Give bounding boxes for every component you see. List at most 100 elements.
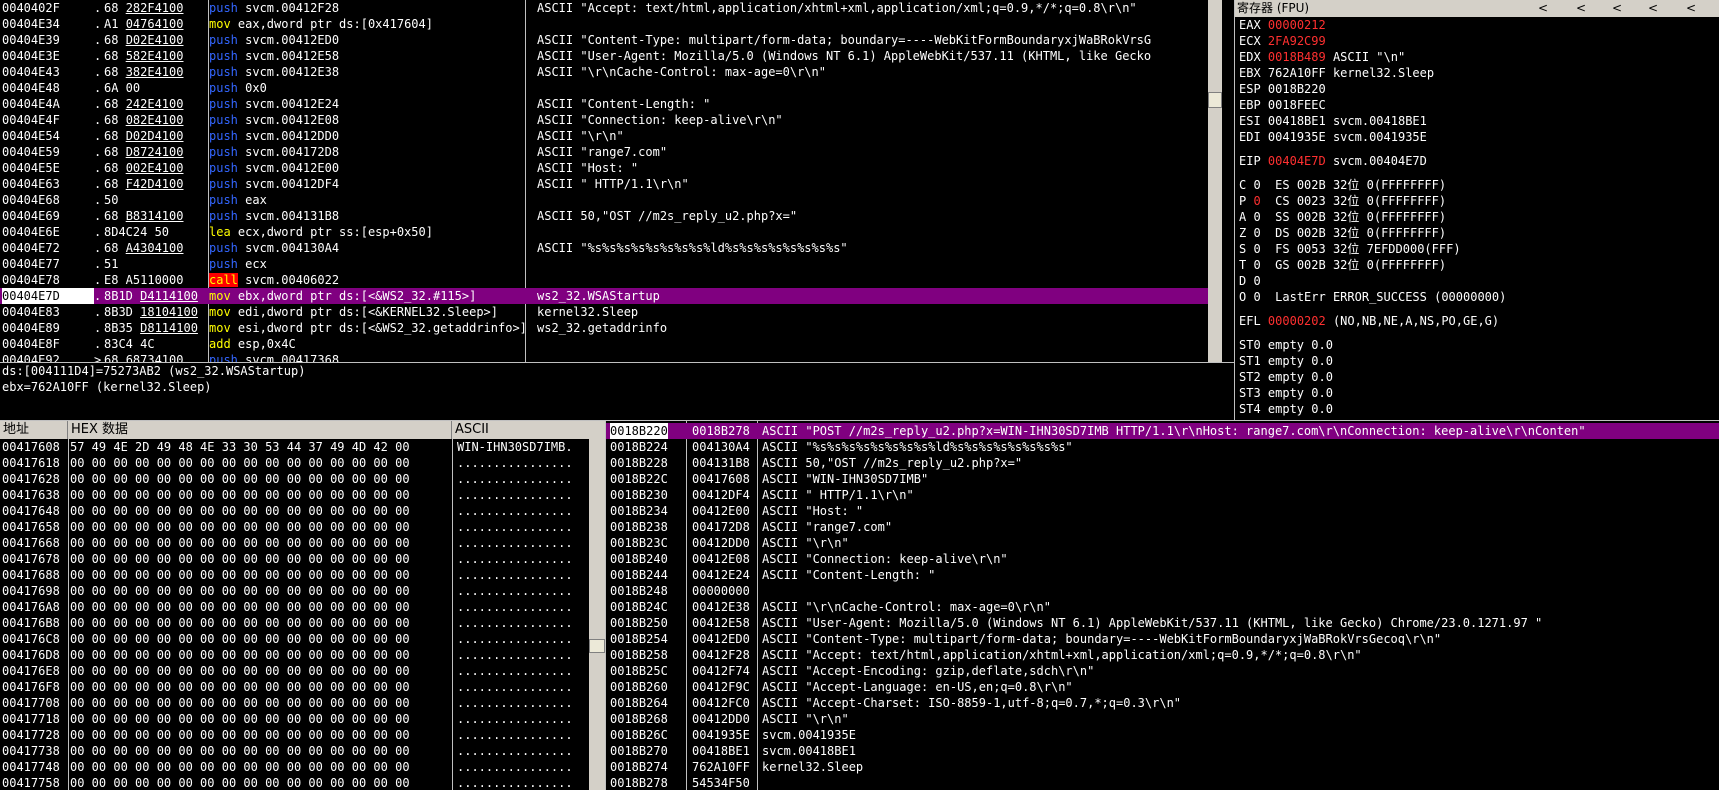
register-value[interactable]: 762A10FF <box>1268 66 1326 80</box>
dump-row[interactable]: 004176C8 00 00 00 00 00 00 00 00 00 00 00… <box>0 631 605 647</box>
disasm-row[interactable]: 00404E63. 68 F42D4100 push svcm.00412DF4 AS… <box>0 176 1222 192</box>
flag-row[interactable]: D 0 <box>1235 273 1719 289</box>
registers-pane[interactable]: 寄存器 (FPU) < < < < < EAX 00000212 ECX 2FA… <box>1234 0 1719 420</box>
disasm-row[interactable]: 00404E43. 68 382E4100 push svcm.00412E38 AS… <box>0 64 1222 80</box>
dump-row[interactable]: 00417658 00 00 00 00 00 00 00 00 00 00 00… <box>0 519 605 535</box>
dump-row[interactable]: 00417638 00 00 00 00 00 00 00 00 00 00 00… <box>0 487 605 503</box>
stack-row[interactable]: 0018B250 00412E58 ASCII "User-Agent: Mozil… <box>606 615 1719 631</box>
stack-row[interactable]: 0018B278 54534F50 <box>606 775 1719 790</box>
stack-pane[interactable]: 0018B220 0018B278 ASCII "POST //m2s_reply_… <box>605 420 1719 790</box>
fpu-register[interactable]: ST2 empty 0.0 <box>1235 369 1719 385</box>
scroll-left-arrow-icon[interactable]: < <box>1571 0 1591 17</box>
register-ecx[interactable]: ECX 2FA92C99 <box>1235 33 1719 49</box>
flag-value[interactable]: 0 <box>1253 210 1260 224</box>
stack-row[interactable]: 0018B22C 00417608 ASCII "WIN-IHN30SD7IMB" <box>606 471 1719 487</box>
stack-row[interactable]: 0018B24C 00412E38 ASCII "\r\nCache-Control… <box>606 599 1719 615</box>
stack-row[interactable]: 0018B238 004172D8 ASCII "range7.com" <box>606 519 1719 535</box>
disasm-row[interactable]: 00404E78. E8 A5110000 call svcm.00406022 <box>0 272 1222 288</box>
stack-row[interactable]: 0018B224 004130A4 ASCII "%s%s%s%s%s%s%s%s%… <box>606 439 1719 455</box>
stack-row[interactable]: 0018B220 0018B278 ASCII "POST //m2s_reply_… <box>606 423 1719 439</box>
flag-value[interactable]: 0 <box>1253 242 1260 256</box>
disasm-row[interactable]: 00404E39. 68 D02E4100 push svcm.00412ED0 AS… <box>0 32 1222 48</box>
stack-row[interactable]: 0018B240 00412E08 ASCII "Connection: keep-… <box>606 551 1719 567</box>
disasm-row[interactable]: 00404E54. 68 D02D4100 push svcm.00412DD0 AS… <box>0 128 1222 144</box>
dump-row[interactable]: 00417678 00 00 00 00 00 00 00 00 00 00 00… <box>0 551 605 567</box>
stack-row[interactable]: 0018B244 00412E24 ASCII "Content-Length: " <box>606 567 1719 583</box>
dump-row[interactable]: 00417728 00 00 00 00 00 00 00 00 00 00 00… <box>0 727 605 743</box>
disasm-row[interactable]: 00404E6E. 8D4C24 50 lea ecx,dword ptr ss:[… <box>0 224 1222 240</box>
fpu-register[interactable]: ST4 empty 0.0 <box>1235 401 1719 417</box>
stack-row[interactable]: 0018B26C 0041935E svcm.0041935E <box>606 727 1719 743</box>
dump-row[interactable]: 00417668 00 00 00 00 00 00 00 00 00 00 00… <box>0 535 605 551</box>
scroll-left-arrow-icon[interactable]: < <box>1681 0 1701 17</box>
disasm-row[interactable]: 00404E69. 68 B8314100 push svcm.004131B8 AS… <box>0 208 1222 224</box>
register-value[interactable]: 00000202 <box>1268 314 1326 328</box>
register-edi[interactable]: EDI 0041935E svcm.0041935E <box>1235 129 1719 145</box>
flag-value[interactable]: 0 <box>1253 226 1260 240</box>
fpu-register[interactable]: ST0 empty 0.0 <box>1235 337 1719 353</box>
stack-row[interactable]: 0018B234 00412E00 ASCII "Host: " <box>606 503 1719 519</box>
flag-row[interactable]: C 0 ES 002B 32位 0(FFFFFFFF) <box>1235 177 1719 193</box>
flag-row[interactable]: P 0 CS 0023 32位 0(FFFFFFFF) <box>1235 193 1719 209</box>
registers-header[interactable]: 寄存器 (FPU) < < < < < <box>1235 0 1719 17</box>
stack-row[interactable]: 0018B23C 00412DD0 ASCII "\r\n" <box>606 535 1719 551</box>
register-esi[interactable]: ESI 00418BE1 svcm.00418BE1 <box>1235 113 1719 129</box>
register-ebp[interactable]: EBP 0018FEEC <box>1235 97 1719 113</box>
dump-scrollbar-thumb[interactable] <box>589 639 605 653</box>
disasm-row[interactable]: 00404E34. A1 04764100 mov eax,dword ptr ds… <box>0 16 1222 32</box>
register-edx[interactable]: EDX 0018B489 ASCII "\n" <box>1235 49 1719 65</box>
disassembly-scrollbar-thumb[interactable] <box>1208 92 1222 108</box>
flag-row[interactable]: T 0 GS 002B 32位 0(FFFFFFFF) <box>1235 257 1719 273</box>
flag-value[interactable]: 0 <box>1253 290 1260 304</box>
dump-row[interactable]: 00417648 00 00 00 00 00 00 00 00 00 00 00… <box>0 503 605 519</box>
stack-row[interactable]: 0018B258 00412F28 ASCII "Accept: text/html… <box>606 647 1719 663</box>
register-value[interactable]: 00404E7D <box>1268 154 1326 168</box>
disasm-row[interactable]: 00404E7D. 8B1D D4114100 mov ebx,dword ptr … <box>0 288 1222 304</box>
register-value[interactable]: 2FA92C99 <box>1268 34 1326 48</box>
register-eip[interactable]: EIP 00404E7D svcm.00404E7D <box>1235 153 1719 169</box>
flag-value[interactable]: 0 <box>1253 258 1260 272</box>
memory-dump-pane[interactable]: 地址 HEX 数据 ASCII 00417608 57 49 4E 2D 49 4… <box>0 420 605 790</box>
disassembly-scrollbar[interactable] <box>1208 0 1222 362</box>
stack-row[interactable]: 0018B25C 00412F74 ASCII "Accept-Encoding: … <box>606 663 1719 679</box>
dump-row[interactable]: 004176B8 00 00 00 00 00 00 00 00 00 00 00… <box>0 615 605 631</box>
dump-row[interactable]: 00417758 00 00 00 00 00 00 00 00 00 00 00… <box>0 775 605 790</box>
dump-row[interactable]: 004176F8 00 00 00 00 00 00 00 00 00 00 00… <box>0 679 605 695</box>
disasm-row[interactable]: 00404E4F. 68 082E4100 push svcm.00412E08 AS… <box>0 112 1222 128</box>
dump-row[interactable]: 00417628 00 00 00 00 00 00 00 00 00 00 00… <box>0 471 605 487</box>
dump-scrollbar[interactable] <box>589 439 605 790</box>
register-value[interactable]: 0018FEEC <box>1268 98 1326 112</box>
disasm-row[interactable]: 00404E72. 68 A4304100 push svcm.004130A4 AS… <box>0 240 1222 256</box>
dump-row[interactable]: 00417698 00 00 00 00 00 00 00 00 00 00 00… <box>0 583 605 599</box>
stack-row[interactable]: 0018B274 762A10FF kernel32.Sleep <box>606 759 1719 775</box>
register-value[interactable]: 00418BE1 <box>1268 114 1326 128</box>
dump-row[interactable]: 004176E8 00 00 00 00 00 00 00 00 00 00 00… <box>0 663 605 679</box>
dump-row[interactable]: 00417608 57 49 4E 2D 49 48 4E 33 30 53 44… <box>0 439 605 455</box>
scroll-left-arrow-icon[interactable]: < <box>1533 0 1553 17</box>
disasm-row[interactable]: 00404E59. 68 D8724100 push svcm.004172D8 AS… <box>0 144 1222 160</box>
register-value[interactable]: 0018B220 <box>1268 82 1326 96</box>
register-value[interactable]: 0041935E <box>1268 130 1326 144</box>
flag-row[interactable]: Z 0 DS 002B 32位 0(FFFFFFFF) <box>1235 225 1719 241</box>
dump-col-hex[interactable]: HEX 数据 <box>68 421 452 439</box>
register-ebx[interactable]: EBX 762A10FF kernel32.Sleep <box>1235 65 1719 81</box>
flag-value[interactable]: 0 <box>1253 194 1260 208</box>
disasm-row[interactable]: 00404E48. 6A 00 push 0x0 <box>0 80 1222 96</box>
flag-row[interactable]: O 0 LastErr ERROR_SUCCESS (00000000) <box>1235 289 1719 305</box>
register-eax[interactable]: EAX 00000212 <box>1235 17 1719 33</box>
scroll-left-arrow-icon[interactable]: < <box>1643 0 1663 17</box>
stack-row[interactable]: 0018B248 00000000 <box>606 583 1719 599</box>
scroll-left-arrow-icon[interactable]: < <box>1607 0 1627 17</box>
stack-row[interactable]: 0018B268 00412DD0 ASCII "\r\n" <box>606 711 1719 727</box>
fpu-register[interactable]: ST1 empty 0.0 <box>1235 353 1719 369</box>
stack-row[interactable]: 0018B270 00418BE1 svcm.00418BE1 <box>606 743 1719 759</box>
dump-col-address[interactable]: 地址 <box>0 421 68 439</box>
disasm-row[interactable]: 00404E3E. 68 582E4100 push svcm.00412E58 AS… <box>0 48 1222 64</box>
disasm-row[interactable]: 00404E8F. 83C4 4C add esp,0x4C <box>0 336 1222 352</box>
disasm-row[interactable]: 0040402F. 68 282F4100 push svcm.00412F28 AS… <box>0 0 1222 16</box>
disasm-row[interactable]: 00404E89. 8B35 D8114100 mov esi,dword ptr … <box>0 320 1222 336</box>
disassembly-pane[interactable]: 0040402F. 68 282F4100 push svcm.00412F28 AS… <box>0 0 1222 362</box>
fpu-register[interactable]: ST3 empty 0.0 <box>1235 385 1719 401</box>
disasm-row[interactable]: 00404E68. 50 push eax <box>0 192 1222 208</box>
disasm-row[interactable]: 00404E77. 51 push ecx <box>0 256 1222 272</box>
